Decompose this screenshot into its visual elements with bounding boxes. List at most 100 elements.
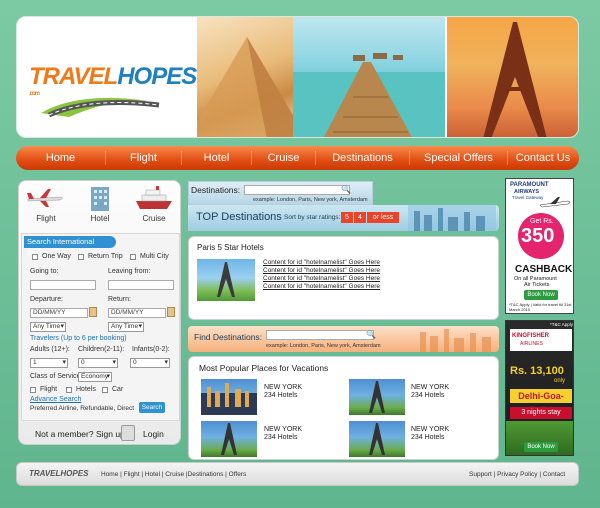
main-nav: Home Flight Hotel Cruise Destinations Sp… [16, 146, 579, 170]
brand-logo[interactable]: TRAVELHOPES .com [29, 63, 199, 123]
departure-time-select[interactable]: Any Time [30, 322, 66, 332]
leaving-from-input[interactable] [108, 280, 174, 290]
place-hotel-count: 234 Hotels [264, 392, 298, 399]
ad2-only: only [554, 378, 566, 384]
return-label: Return: [108, 296, 131, 303]
paramount-ad[interactable]: PARAMOUNT AIRWAYS Travel Gateway Get Rs.… [505, 178, 574, 314]
ad2-book-now[interactable]: Book Now [524, 442, 558, 452]
tab-hotel[interactable]: Hotel [73, 181, 127, 229]
hotel-name-link[interactable]: Content for id "hotelnamelist" Goes Here [263, 283, 380, 290]
search-icon[interactable]: 🔍 [366, 330, 376, 339]
advance-search-link[interactable]: Advance Search [30, 396, 81, 403]
five-star-filter[interactable]: 5 [341, 212, 353, 223]
infants-select[interactable]: 0 [130, 358, 170, 368]
place-thumbnail[interactable] [201, 421, 257, 457]
going-to-label: Going to: [30, 268, 59, 275]
nav-flight[interactable]: Flight [106, 151, 182, 165]
place-hotel-count: 234 Hotels [411, 434, 445, 441]
calendar-icon[interactable] [167, 307, 175, 317]
airplane-icon [27, 189, 63, 207]
find-destinations-input[interactable] [266, 330, 374, 340]
one-way-label: One Way [42, 253, 71, 260]
nav-cruise[interactable]: Cruise [252, 151, 316, 165]
popular-places-box: Most Popular Places for Vacations NEW YO… [188, 356, 499, 460]
nav-special-offers[interactable]: Special Offers [410, 151, 508, 165]
search-button[interactable]: Search [139, 402, 165, 413]
return-time-select[interactable]: Any Time [108, 322, 144, 332]
filter-flight-checkbox[interactable] [30, 387, 36, 393]
find-destinations-label: Find Destinations: [194, 332, 263, 342]
cruise-ship-icon [136, 186, 172, 209]
popular-places-title: Most Popular Places for Vacations [199, 363, 329, 373]
children-select[interactable]: 0 [78, 358, 118, 368]
place-thumbnail[interactable] [349, 379, 405, 415]
place-city[interactable]: NEW YORK [411, 426, 449, 433]
page: TRAVELHOPES .com Home Flight Hotel Cruis… [0, 0, 600, 508]
going-to-input[interactable] [30, 280, 96, 290]
nav-contact-us[interactable]: Contact Us [508, 151, 578, 165]
place-city[interactable]: NEW YORK [264, 384, 302, 391]
ad1-amount: 350 [521, 225, 555, 247]
place-city[interactable]: NEW YORK [264, 426, 302, 433]
nav-hotel[interactable]: Hotel [182, 151, 252, 165]
filter-car-label: Car [112, 386, 124, 393]
infants-label: Infants(0-2): [132, 346, 170, 353]
ad1-cashback: CASHBACK [515, 264, 573, 275]
tab-hotel-label: Hotel [90, 214, 110, 223]
return-trip-label: Return Trip [88, 253, 123, 260]
eiffel-tower-photo [447, 17, 578, 137]
ad1-book-now[interactable]: Book Now [524, 290, 558, 300]
nav-home[interactable]: Home [16, 151, 106, 165]
travelers-note: Travelers (Up to 6 per booking) [30, 335, 127, 342]
top-destinations-title: TOP Destinations [196, 211, 282, 223]
adults-select[interactable]: 1 [30, 358, 68, 368]
destinations-example: example: London, Paris, New york, Amster… [253, 197, 368, 203]
logo-text-travel: TRAVEL [29, 63, 118, 90]
logo-tld: .com [29, 91, 40, 97]
footer-logo[interactable]: TRAVELHOPES [29, 469, 88, 478]
one-way-radio[interactable] [32, 254, 38, 260]
preferred-options: Preferred Airline, Refundable, Direct [30, 405, 135, 412]
return-date-input[interactable]: DD/MM/YY [108, 308, 166, 318]
hotel-name-link[interactable]: Content for id "hotelnamelist" Goes Here [263, 259, 380, 266]
booking-panel: Flight Hotel Cruise Search International… [18, 180, 181, 445]
kingfisher-ad[interactable]: *T&C Apply KINGFISHER AIRLINES Rs. 13,10… [505, 320, 574, 456]
footer-support-links[interactable]: Support | Privacy Policy | Contact [469, 471, 565, 478]
destinations-input[interactable] [244, 185, 350, 195]
filter-hotels-checkbox[interactable] [66, 387, 72, 393]
find-destinations-example: example: London, Paris, New york, Amster… [266, 343, 381, 349]
four-star-filter[interactable]: 4 [354, 212, 366, 223]
tab-cruise[interactable]: Cruise [127, 181, 181, 229]
find-destinations-bar: Find Destinations: 🔍 example: London, Pa… [188, 326, 499, 352]
tab-cruise-label: Cruise [142, 214, 166, 223]
class-select[interactable]: Economy [78, 372, 112, 382]
nav-destinations[interactable]: Destinations [316, 151, 410, 165]
hotel-name-link[interactable]: Content for id "hotelnamelist" Goes Here [263, 275, 380, 282]
return-trip-radio[interactable] [78, 254, 84, 260]
less-star-filter[interactable]: or less [367, 212, 399, 223]
place-thumbnail[interactable] [201, 379, 257, 415]
tab-flight[interactable]: Flight [19, 181, 73, 229]
flight-search-form: Search International Flights One Way Ret… [21, 233, 180, 421]
destinations-search-bar: Destinations: 🔍 example: London, Paris, … [188, 181, 373, 205]
footer-nav-links[interactable]: Home | Flight | Hotel | Cruise |Destinat… [101, 471, 246, 478]
search-icon[interactable]: 🔍 [341, 185, 351, 194]
class-of-service-label: Class of Service [30, 373, 81, 380]
multi-city-radio[interactable] [130, 254, 136, 260]
adults-label: Adults (12+): [30, 346, 70, 353]
login-link[interactable]: Login [143, 429, 164, 439]
filter-car-checkbox[interactable] [102, 387, 108, 393]
paris-hotels-title: Paris 5 Star Hotels [197, 243, 264, 252]
destinations-label: Destinations: [191, 185, 241, 195]
login-key-icon [121, 425, 135, 441]
place-thumbnail[interactable] [349, 421, 405, 457]
calendar-icon[interactable] [89, 307, 97, 317]
departure-date-input[interactable]: DD/MM/YY [30, 308, 88, 318]
place-city[interactable]: NEW YORK [411, 384, 449, 391]
search-form-title: Search International Flights [24, 236, 116, 258]
eiffel-thumbnail[interactable] [197, 259, 255, 301]
ad2-price: Rs. 13,100 [510, 365, 564, 377]
city-skyline-icon [420, 329, 491, 352]
hotel-name-link[interactable]: Content for id "hotelnamelist" Goes Here [263, 267, 380, 274]
signup-link[interactable]: Not a member? Sign up [35, 429, 125, 439]
